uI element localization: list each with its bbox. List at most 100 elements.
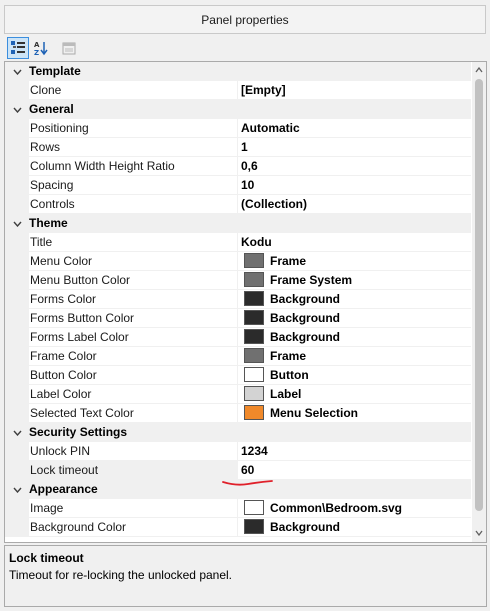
- row-gutter: [5, 518, 29, 537]
- property-row[interactable]: Forms Label Color Background: [5, 328, 471, 347]
- collapse-chevron-icon[interactable]: [9, 480, 25, 499]
- property-name[interactable]: Column Width Height Ratio: [29, 157, 238, 176]
- color-swatch: [244, 310, 264, 326]
- property-name[interactable]: Lock timeout: [29, 461, 238, 480]
- category-label: Theme: [29, 216, 68, 230]
- property-row[interactable]: Unlock PIN 1234: [5, 442, 471, 461]
- collapse-chevron-icon[interactable]: [9, 62, 25, 81]
- alphabetical-button[interactable]: A Z: [30, 37, 52, 59]
- property-pages-button[interactable]: [58, 37, 80, 59]
- property-row[interactable]: Forms Button Color Background: [5, 309, 471, 328]
- color-swatch: [244, 329, 264, 345]
- property-value[interactable]: 1234: [238, 442, 471, 461]
- color-swatch: [244, 291, 264, 307]
- property-row[interactable]: Menu Button Color Frame System: [5, 271, 471, 290]
- property-row[interactable]: Rows 1: [5, 138, 471, 157]
- scroll-down-arrow-icon[interactable]: [472, 526, 486, 540]
- property-grid[interactable]: Template Clone [Empty] General Positioning Au…: [4, 61, 487, 543]
- property-value: Common\Bedroom.svg: [270, 501, 403, 515]
- category-label: Security Settings: [29, 425, 128, 439]
- property-name[interactable]: Forms Label Color: [29, 328, 238, 347]
- color-swatch: [244, 367, 264, 383]
- property-value[interactable]: 1: [238, 138, 471, 157]
- property-name[interactable]: Spacing: [29, 176, 238, 195]
- property-value-cell[interactable]: Frame: [238, 347, 471, 366]
- property-name[interactable]: Menu Color: [29, 252, 238, 271]
- property-value-cell[interactable]: Frame System: [238, 271, 471, 290]
- property-name[interactable]: Selected Text Color: [29, 404, 238, 423]
- property-name[interactable]: Background Color: [29, 518, 238, 537]
- property-value[interactable]: Automatic: [238, 119, 471, 138]
- property-row[interactable]: Background Color Background: [5, 518, 471, 537]
- color-swatch: [244, 348, 264, 364]
- property-value-cell[interactable]: Common\Bedroom.svg: [238, 499, 471, 518]
- row-gutter: [5, 157, 29, 176]
- property-value[interactable]: [Empty]: [238, 81, 471, 100]
- category-row[interactable]: General: [5, 100, 471, 119]
- collapse-chevron-icon[interactable]: [9, 214, 25, 233]
- property-value-cell[interactable]: Background: [238, 290, 471, 309]
- property-name[interactable]: Forms Button Color: [29, 309, 238, 328]
- property-row[interactable]: Controls (Collection): [5, 195, 471, 214]
- property-value-cell[interactable]: Button: [238, 366, 471, 385]
- property-value-cell[interactable]: Background: [238, 309, 471, 328]
- property-row[interactable]: Frame Color Frame: [5, 347, 471, 366]
- property-name[interactable]: Label Color: [29, 385, 238, 404]
- vertical-scrollbar[interactable]: [472, 62, 486, 542]
- property-name[interactable]: Clone: [29, 81, 238, 100]
- category-row[interactable]: Template: [5, 62, 471, 81]
- category-label: Appearance: [29, 482, 98, 496]
- property-name[interactable]: Image: [29, 499, 238, 518]
- property-value-cell[interactable]: Menu Selection: [238, 404, 471, 423]
- property-row[interactable]: Selected Text Color Menu Selection: [5, 404, 471, 423]
- description-pane: Lock timeout Timeout for re-locking the …: [4, 545, 487, 607]
- property-row[interactable]: Button Color Button: [5, 366, 471, 385]
- category-row[interactable]: Theme: [5, 214, 471, 233]
- property-name[interactable]: Controls: [29, 195, 238, 214]
- row-gutter: [5, 81, 29, 100]
- property-row[interactable]: Positioning Automatic: [5, 119, 471, 138]
- property-value: Frame: [270, 349, 307, 363]
- property-name[interactable]: Button Color: [29, 366, 238, 385]
- property-name[interactable]: Rows: [29, 138, 238, 157]
- property-value-cell[interactable]: Frame: [238, 252, 471, 271]
- property-row[interactable]: Column Width Height Ratio 0,6: [5, 157, 471, 176]
- property-value[interactable]: 10: [238, 176, 471, 195]
- scrollbar-thumb[interactable]: [475, 79, 483, 511]
- property-row[interactable]: Label Color Label: [5, 385, 471, 404]
- property-row[interactable]: Image Common\Bedroom.svg: [5, 499, 471, 518]
- property-value: Background: [270, 311, 341, 325]
- property-value[interactable]: (Collection): [238, 195, 471, 214]
- row-gutter: [5, 499, 29, 518]
- property-value: Button: [270, 368, 309, 382]
- property-rows: Template Clone [Empty] General Positioning Au…: [5, 62, 471, 537]
- property-name[interactable]: Menu Button Color: [29, 271, 238, 290]
- row-gutter: [5, 404, 29, 423]
- property-value-cell[interactable]: Label: [238, 385, 471, 404]
- row-gutter: [5, 271, 29, 290]
- property-row[interactable]: Title Kodu: [5, 233, 471, 252]
- property-row[interactable]: Spacing 10: [5, 176, 471, 195]
- property-value-cell[interactable]: Background: [238, 518, 471, 537]
- property-value-cell[interactable]: Background: [238, 328, 471, 347]
- property-grid-toolbar: A Z: [4, 36, 486, 61]
- color-swatch: [244, 405, 264, 421]
- property-value: Menu Selection: [270, 406, 359, 420]
- property-row[interactable]: Forms Color Background: [5, 290, 471, 309]
- property-name[interactable]: Title: [29, 233, 238, 252]
- property-name[interactable]: Positioning: [29, 119, 238, 138]
- collapse-chevron-icon[interactable]: [9, 423, 25, 442]
- property-value: Background: [270, 292, 341, 306]
- property-value[interactable]: 0,6: [238, 157, 471, 176]
- categorized-button[interactable]: [7, 37, 29, 59]
- category-row[interactable]: Security Settings: [5, 423, 471, 442]
- property-name[interactable]: Forms Color: [29, 290, 238, 309]
- row-gutter: [5, 366, 29, 385]
- property-row[interactable]: Clone [Empty]: [5, 81, 471, 100]
- property-row[interactable]: Menu Color Frame: [5, 252, 471, 271]
- property-name[interactable]: Frame Color: [29, 347, 238, 366]
- property-name[interactable]: Unlock PIN: [29, 442, 238, 461]
- collapse-chevron-icon[interactable]: [9, 100, 25, 119]
- scroll-up-arrow-icon[interactable]: [472, 63, 486, 77]
- property-value[interactable]: Kodu: [238, 233, 471, 252]
